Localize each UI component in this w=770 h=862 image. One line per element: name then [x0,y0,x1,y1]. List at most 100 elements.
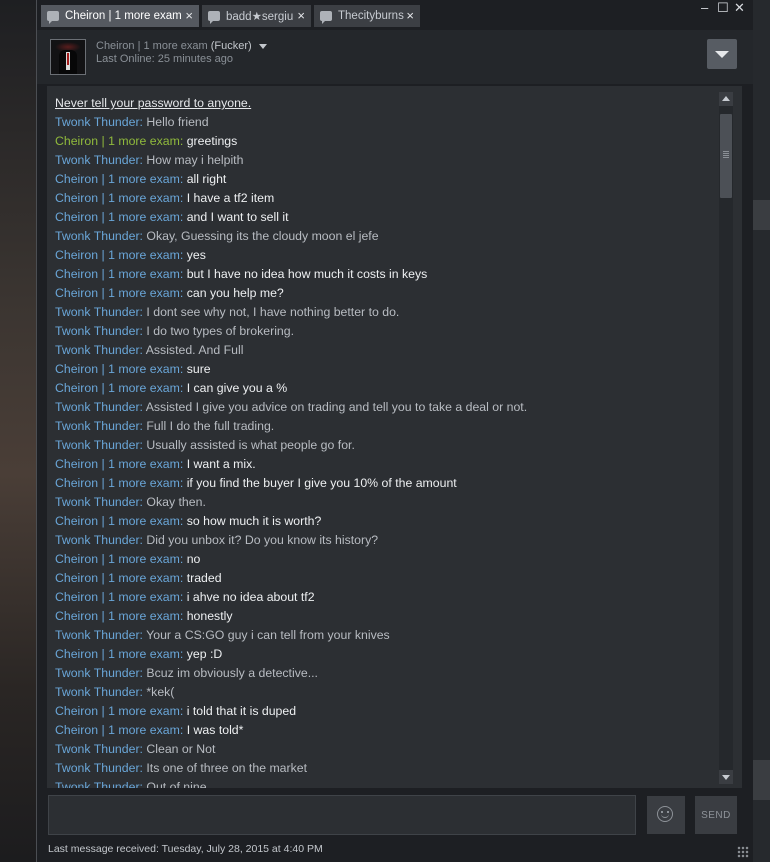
chat-window: Cheiron | 1 more exam × badd★sergiu × Th… [36,0,753,862]
message-text: How may i helpith [146,153,244,167]
chat-message: Cheiron | 1 more exam: so how much it is… [55,512,715,531]
message-speaker[interactable]: Cheiron | 1 more exam [55,210,180,224]
message-input[interactable] [48,795,636,835]
chat-message: Cheiron | 1 more exam: I want a mix. [55,455,715,474]
message-text: I want a mix. [186,457,256,471]
message-text: traded [186,571,222,585]
chat-scrollbar[interactable] [719,92,733,784]
speaker-separator: : [179,647,187,661]
message-speaker[interactable]: Twonk Thunder [55,533,140,547]
chat-bubble-icon [320,11,332,24]
message-speaker[interactable]: Cheiron | 1 more exam [55,571,180,585]
chat-log: Never tell your password to anyone. Twon… [47,86,742,788]
message-speaker[interactable]: Cheiron | 1 more exam [55,172,180,186]
message-speaker[interactable]: Cheiron | 1 more exam [55,552,180,566]
message-speaker[interactable]: Cheiron | 1 more exam [55,248,180,262]
message-speaker[interactable]: Cheiron | 1 more exam [55,381,180,395]
chat-message: Cheiron | 1 more exam: I was told* [55,721,715,740]
message-speaker[interactable]: Twonk Thunder [55,419,140,433]
message-speaker[interactable]: Twonk Thunder [55,628,140,642]
chat-message: Cheiron | 1 more exam: can you help me? [55,284,715,303]
chat-message: Twonk Thunder: Okay then. [55,493,715,512]
tab-close-icon[interactable]: × [406,8,414,23]
tab-cheiron[interactable]: Cheiron | 1 more exam × [41,5,199,27]
message-text: honestly [186,609,233,623]
message-speaker[interactable]: Twonk Thunder [55,343,140,357]
message-speaker[interactable]: Twonk Thunder [55,742,140,756]
chat-message: Cheiron | 1 more exam: and I want to sel… [55,208,715,227]
message-text: and I want to sell it [186,210,289,224]
message-speaker[interactable]: Cheiron | 1 more exam [55,134,180,148]
emoticon-button[interactable] [647,796,685,834]
message-text: Okay, Guessing its the cloudy moon el je… [146,229,379,243]
resize-grip-icon[interactable] [737,846,749,858]
message-speaker[interactable]: Twonk Thunder [55,229,140,243]
message-speaker[interactable]: Twonk Thunder [55,153,140,167]
message-text: Assisted. And Full [145,343,244,357]
message-speaker[interactable]: Twonk Thunder [55,324,140,338]
chat-message: Twonk Thunder: Clean or Not [55,740,715,759]
scroll-thumb[interactable] [720,114,732,198]
message-speaker[interactable]: Twonk Thunder [55,666,140,680]
message-speaker[interactable]: Twonk Thunder [55,780,140,788]
message-speaker[interactable]: Cheiron | 1 more exam [55,609,180,623]
message-speaker[interactable]: Cheiron | 1 more exam [55,286,180,300]
chat-message: Twonk Thunder: Bcuz im obviously a detec… [55,664,715,683]
chevron-down-icon[interactable] [707,39,737,69]
minimize-button[interactable]: – [701,0,708,15]
caret-down-icon[interactable] [258,43,267,49]
chat-message: Twonk Thunder: *kek( [55,683,715,702]
tab-thecityburns[interactable]: Thecityburns × [314,5,420,27]
message-speaker[interactable]: Cheiron | 1 more exam [55,647,180,661]
message-speaker[interactable]: Cheiron | 1 more exam [55,590,180,604]
chat-message: Twonk Thunder: I dont see why not, I hav… [55,303,715,322]
message-speaker[interactable]: Twonk Thunder [55,305,140,319]
tab-badd-sergiu[interactable]: badd★sergiu × [202,5,311,27]
chat-message: Twonk Thunder: Out of nine [55,778,715,788]
message-speaker[interactable]: Cheiron | 1 more exam [55,723,180,737]
speaker-separator: : [179,362,187,376]
friend-nickname: (Fucker) [210,40,252,52]
message-speaker[interactable]: Cheiron | 1 more exam [55,191,180,205]
chat-message: Cheiron | 1 more exam: no [55,550,715,569]
chat-bubble-icon [47,11,59,24]
message-text: *kek( [146,685,175,699]
chat-message: Twonk Thunder: Its one of three on the m… [55,759,715,778]
message-speaker[interactable]: Twonk Thunder [55,495,140,509]
chat-message: Twonk Thunder: How may i helpith [55,151,715,170]
message-speaker[interactable]: Cheiron | 1 more exam [55,476,180,490]
message-speaker[interactable]: Twonk Thunder [55,438,140,452]
tab-close-icon[interactable]: × [185,8,193,23]
message-speaker[interactable]: Twonk Thunder [55,115,140,129]
desktop-background-right [752,0,770,862]
message-speaker[interactable]: Twonk Thunder [55,761,140,775]
message-text: Bcuz im obviously a detective... [146,666,318,680]
send-button[interactable]: SEND [695,796,737,834]
message-text: Assisted I give you advice on trading an… [145,400,528,414]
scroll-up-icon[interactable] [719,92,733,106]
message-text: Hello friend [146,115,209,129]
scroll-down-icon[interactable] [719,770,733,784]
message-speaker[interactable]: Cheiron | 1 more exam [55,514,180,528]
message-text: yep :D [186,647,223,661]
message-speaker[interactable]: Cheiron | 1 more exam [55,362,180,376]
speaker-separator: : [179,286,187,300]
message-speaker[interactable]: Cheiron | 1 more exam [55,704,180,718]
chat-message: Twonk Thunder: Okay, Guessing its the cl… [55,227,715,246]
speaker-separator: : [179,381,187,395]
avatar[interactable] [50,39,86,75]
tab-label: badd★sergiu [226,11,294,23]
message-speaker[interactable]: Twonk Thunder [55,400,140,414]
message-speaker[interactable]: Twonk Thunder [55,685,140,699]
chat-message: Cheiron | 1 more exam: all right [55,170,715,189]
message-speaker[interactable]: Cheiron | 1 more exam [55,267,180,281]
close-window-button[interactable]: ✕ [734,0,745,16]
tab-close-icon[interactable]: × [297,8,305,23]
maximize-button[interactable]: ☐ [717,0,729,16]
friend-name[interactable]: Cheiron | 1 more exam (Fucker) [96,40,267,52]
message-speaker[interactable]: Cheiron | 1 more exam [55,457,180,471]
message-text: I can give you a % [186,381,288,395]
speaker-separator: : [179,723,187,737]
chat-message: Cheiron | 1 more exam: i ahve no idea ab… [55,588,715,607]
message-text: I dont see why not, I have nothing bette… [146,305,400,319]
